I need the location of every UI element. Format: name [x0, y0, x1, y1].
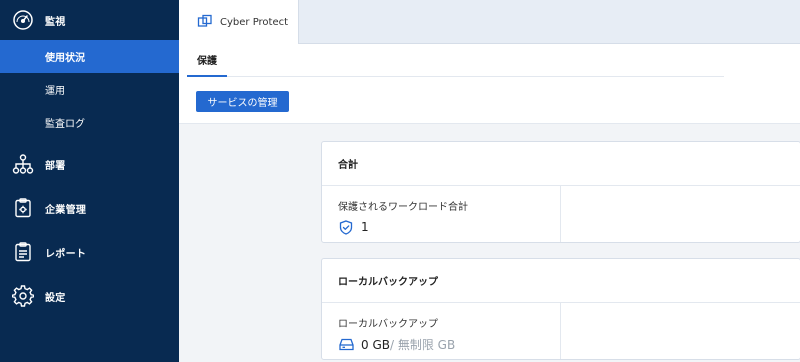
- protected-workloads-label: 保護されるワークロード合計: [338, 202, 468, 213]
- total-card: 合計 保護されるワークロード合計 1: [321, 141, 800, 243]
- gear-icon: [10, 283, 36, 309]
- local-backup-cell: ローカルバックアップ 0 GB / 無制限 GB: [322, 303, 561, 359]
- local-backup-label: ローカルバックアップ: [338, 319, 438, 330]
- protected-workloads-cell: 保護されるワークロード合計 1: [322, 186, 561, 242]
- nav-reports-label: レポート: [45, 248, 87, 260]
- nav-reports[interactable]: レポート: [0, 233, 179, 271]
- protected-workloads-value: 1: [361, 220, 369, 234]
- total-card-body: 保護されるワークロード合計 1: [322, 186, 800, 242]
- clipboard-gear-icon: [10, 195, 36, 221]
- protected-workloads-value-row: 1: [338, 219, 560, 235]
- total-card-title: 合計: [322, 142, 800, 186]
- nav-settings-label: 設定: [45, 292, 66, 304]
- main-content: 保護 サービスの管理 合計 保護されるワークロード合計 1 ローカルバックアップ…: [179, 44, 800, 362]
- report-icon: [10, 239, 36, 265]
- nav-settings[interactable]: 設定: [0, 277, 179, 315]
- local-backup-value: 0 GB: [361, 337, 390, 352]
- local-backup-quota: / 無制限 GB: [389, 338, 456, 352]
- local-backup-card-title: ローカルバックアップ: [322, 259, 800, 303]
- nav-company-label: 企業管理: [45, 204, 87, 216]
- tab-protection[interactable]: 保護: [187, 44, 227, 77]
- nav-company[interactable]: 企業管理: [0, 189, 179, 227]
- toolbar: 保護 サービスの管理: [179, 44, 800, 124]
- sidebar: 監視 使用状況 運用 監査ログ 部署 企業管理 レポート 設定: [0, 0, 179, 362]
- sidebar-item-audit-log[interactable]: 監査ログ: [0, 106, 179, 139]
- cyber-protect-icon: [197, 13, 213, 33]
- gauge-icon: [10, 7, 36, 33]
- sidebar-item-usage[interactable]: 使用状況: [0, 40, 179, 73]
- subtab-bar: 保護: [187, 44, 724, 77]
- org-tree-icon: [10, 151, 36, 177]
- tab-cyber-protect-label: Cyber Protect: [220, 17, 289, 28]
- tab-cyber-protect[interactable]: Cyber Protect: [179, 0, 299, 45]
- nav-monitor-label: 監視: [45, 16, 66, 28]
- disk-icon: [338, 337, 354, 353]
- nav-monitor[interactable]: 監視: [0, 0, 179, 40]
- product-tabbar: Cyber Protect: [179, 0, 800, 45]
- nav-department-label: 部署: [45, 160, 66, 172]
- local-backup-value-row: 0 GB / 無制限 GB: [338, 336, 560, 353]
- sidebar-item-operations[interactable]: 運用: [0, 73, 179, 106]
- manage-services-button[interactable]: サービスの管理: [196, 91, 289, 112]
- nav-department[interactable]: 部署: [0, 145, 179, 183]
- shield-check-icon: [338, 219, 354, 235]
- local-backup-card-body: ローカルバックアップ 0 GB / 無制限 GB: [322, 303, 800, 359]
- local-backup-card: ローカルバックアップ ローカルバックアップ 0 GB / 無制限 GB: [321, 258, 800, 360]
